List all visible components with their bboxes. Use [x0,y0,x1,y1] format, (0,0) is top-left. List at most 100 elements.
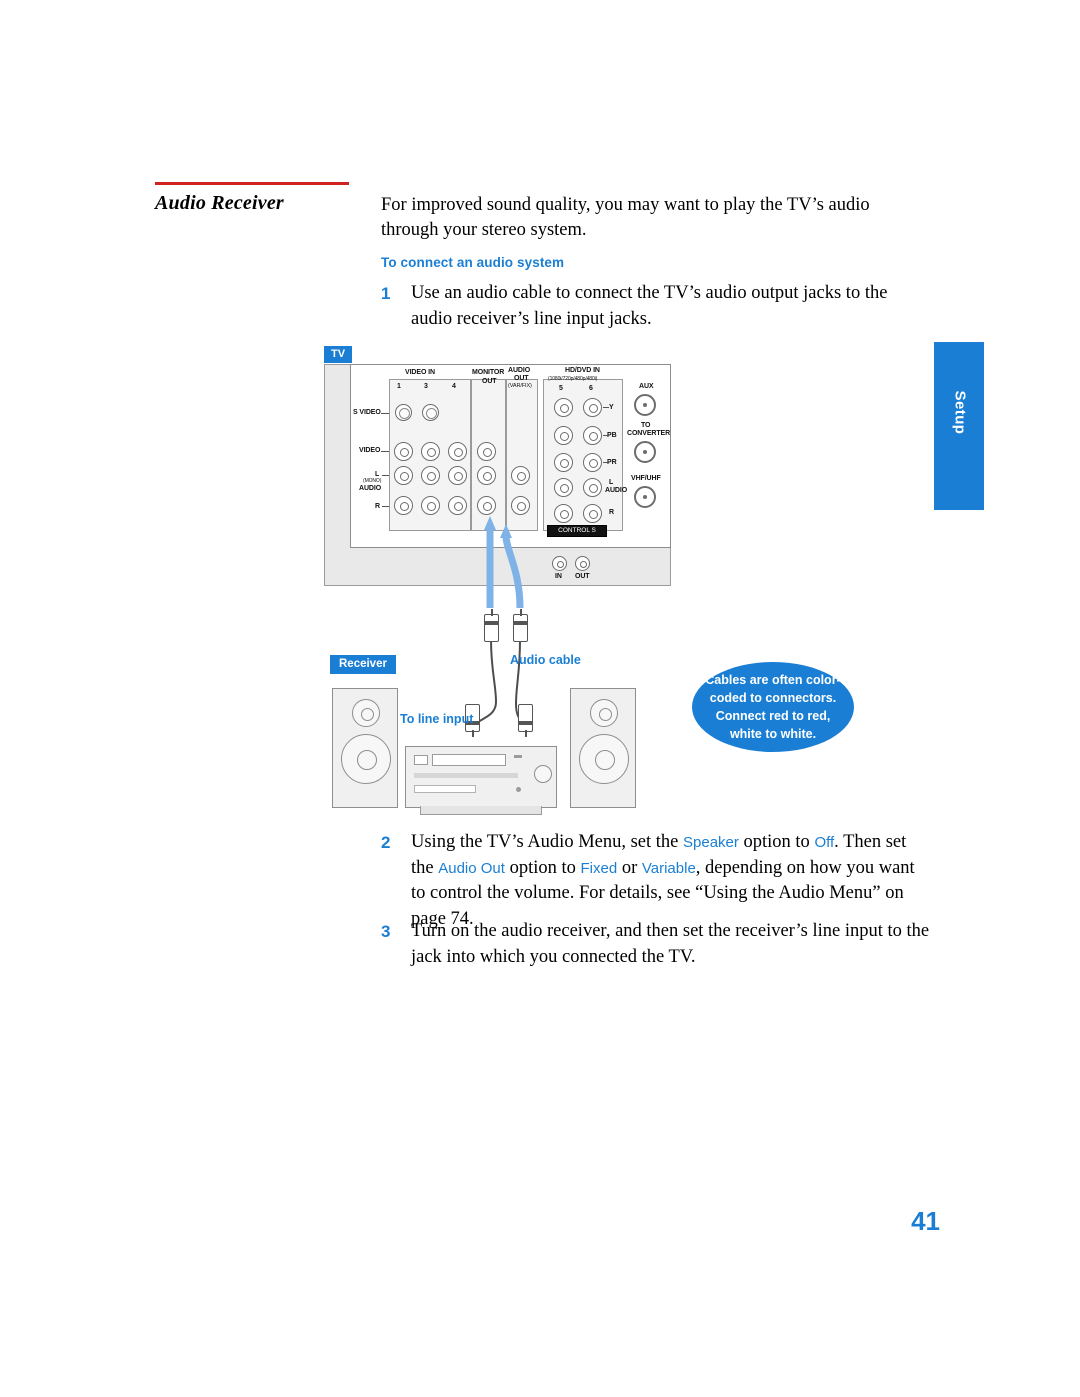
token-audio-out: Audio Out [438,859,505,877]
intro-paragraph: For improved sound quality, you may want… [381,195,870,240]
receiver-display [414,755,428,765]
speaker-left [332,688,398,808]
label-to: TO [641,422,651,429]
audio-r-jack-3 [421,496,440,515]
aux-coax-jack [634,394,656,416]
page-title: Audio Receiver [155,192,284,214]
label-hd-dvd-in: HD/DVD IN [565,367,600,374]
label-video-in-3: 3 [424,383,428,390]
tick-pb [603,435,609,436]
receiver-slot [414,773,518,778]
receiver-button-strip [432,754,506,766]
receiver-label: Receiver [330,655,396,674]
receiver-led [516,787,521,792]
label-control-s-in: IN [555,573,562,580]
label-converter: CONVERTER [627,430,671,437]
connection-diagram: TV VIDEO IN MONITOR OUT AUDIO OUT (VAR/F… [320,340,940,815]
monitor-out-audio-r-jack [477,496,496,515]
audio-cable-label: Audio cable [510,653,581,667]
audio-plug-tv-right [512,609,529,642]
step-2-text: Using the TV’s Audio Menu, set the Speak… [411,830,931,932]
control-s-label-box: CONTROL S [547,525,607,537]
label-audio-r: R [375,503,380,510]
label-y: Y [609,404,614,411]
label-vhf-uhf: VHF/UHF [631,475,661,482]
tick-audio-l [382,475,389,476]
setup-side-tab: Setup [934,342,984,510]
to-converter-coax-jack [634,441,656,463]
tick-y [603,407,609,408]
video-jack-1 [394,442,413,461]
label-audio-out-sub: (VAR/FIX) [508,383,532,389]
audio-r-jack-4 [448,496,467,515]
step-2-part-5: or [617,857,642,878]
setup-side-tab-label: Setup [951,390,969,435]
label-hd-6: 6 [589,385,593,392]
page-number: 41 [911,1206,940,1236]
step-3-number: 3 [381,922,391,941]
label-video-in-1: 1 [397,383,401,390]
label-s-video: S VIDEO [353,409,381,416]
vhf-uhf-coax-jack [634,486,656,508]
control-s-out-jack [575,556,590,571]
label-video-in: VIDEO IN [405,369,435,376]
label-hd-audio: AUDIO [605,487,628,494]
audio-l-jack-3 [421,466,440,485]
section-subhead: To connect an audio system [381,255,565,270]
receiver-indicator [514,755,522,758]
receiver-controls [414,785,476,793]
step-3-text: Turn on the audio receiver, and then set… [411,921,930,967]
audio-r-jack-1 [394,496,413,515]
receiver-base [420,806,542,815]
label-control-s-out: OUT [575,573,590,580]
hd-dvd-6-y-jack [583,398,602,417]
video-jack-4 [448,442,467,461]
label-aux: AUX [639,383,654,390]
label-hd-dvd-sub: (1080i/720p/480p/480i) [548,376,598,382]
token-variable: Variable [641,859,696,877]
hd-dvd-5-y-jack [554,398,573,417]
step-1-text: Use an audio cable to connect the TV’s a… [411,283,888,329]
tick-video [381,451,389,452]
tick-audio-r [382,506,389,507]
label-mono: (MONO) [363,478,382,484]
hd-dvd-6-audio-r-jack [583,504,602,523]
label-l-mono: L [375,471,380,478]
hd-dvd-5-audio-r-jack [554,504,573,523]
audio-l-jack-4 [448,466,467,485]
step-2-part-1: Using the TV’s Audio Menu, set the [411,832,684,852]
label-hd-audio-l: L [609,479,614,486]
step-2-number: 2 [381,833,391,852]
label-audio-out: OUT [514,375,529,382]
receiver-volume-knob [534,765,552,783]
heading-rule [155,182,349,185]
audio-out-l-jack [511,466,530,485]
label-hd-5: 5 [559,385,563,392]
monitor-out-audio-l-jack [477,466,496,485]
to-line-input-label: To line input [400,712,474,726]
tick-s-video [381,413,389,414]
hd-dvd-5-pr-jack [554,453,573,472]
audio-plug-receiver-right [517,704,534,737]
hd-dvd-6-pr-jack [583,453,602,472]
step-2-part-4: option to [504,857,581,878]
label-monitor: MONITOR [472,369,505,376]
label-hd-audio-r: R [609,509,614,516]
s-video-jack-1 [395,404,412,421]
monitor-out-video-jack [477,442,496,461]
label-control-s: CONTROL S [558,527,596,534]
tick-pr [603,462,609,463]
tweeter-icon [590,699,618,727]
step-1-number: 1 [381,284,391,303]
audio-plug-tv-left [483,609,500,642]
token-off: Off [814,834,835,851]
label-video-in-4: 4 [452,383,456,390]
s-video-jack-3 [422,404,439,421]
tv-jack-plate: VIDEO IN MONITOR OUT AUDIO OUT (VAR/FIX)… [350,364,671,548]
token-speaker: Speaker [683,834,739,851]
tweeter-icon [352,699,380,727]
audio-out-r-jack [511,496,530,515]
token-fixed: Fixed [580,859,618,877]
woofer-icon [579,734,629,784]
label-video: VIDEO [359,447,381,454]
